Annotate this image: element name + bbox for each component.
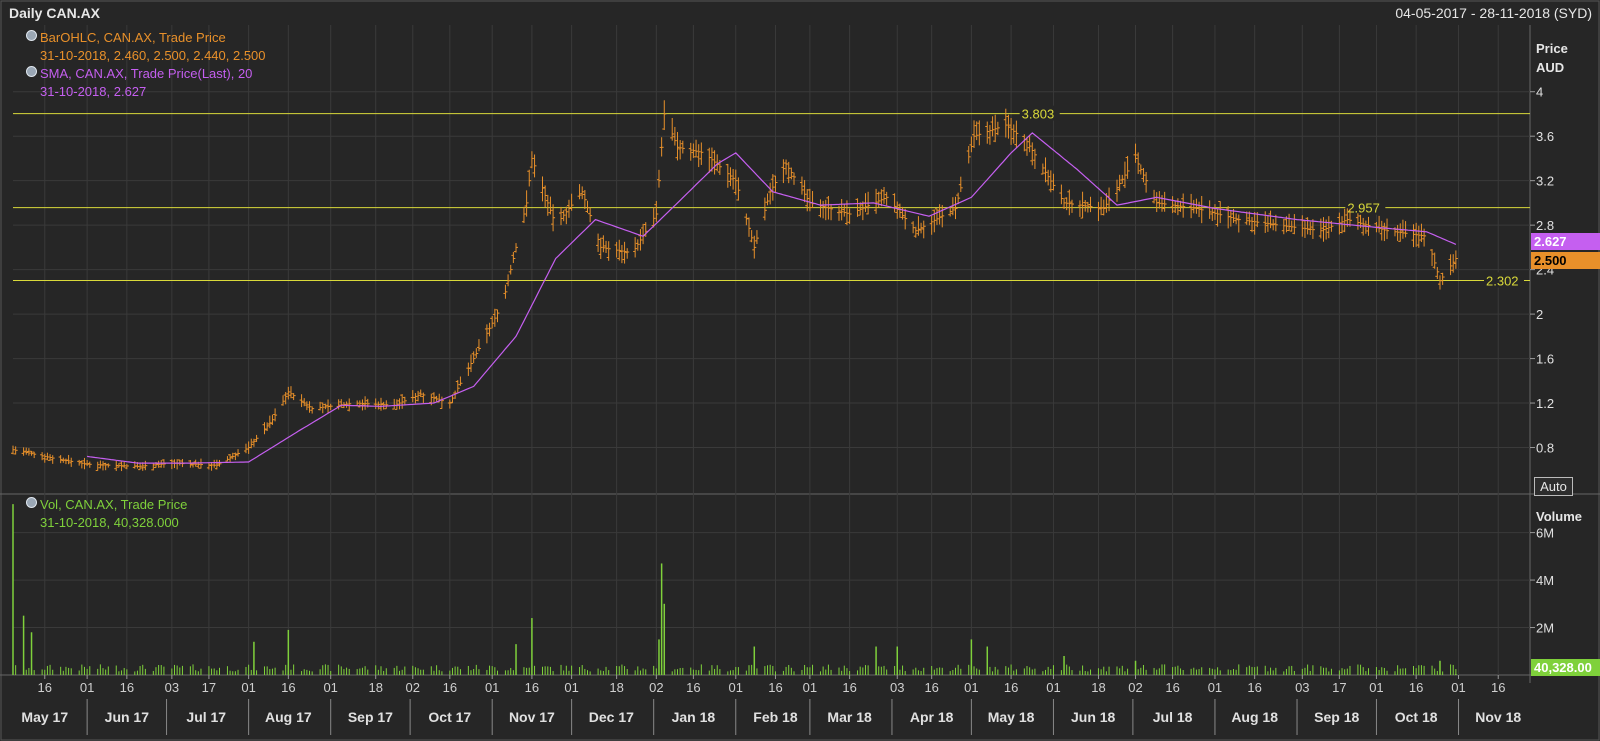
x-month-label: Feb 18 xyxy=(753,709,798,725)
x-day-tick-label: 01 xyxy=(729,680,743,695)
auto-scale-button[interactable]: Auto xyxy=(1534,477,1573,496)
x-month-label: Jun 18 xyxy=(1071,709,1116,725)
chart-border xyxy=(0,0,1600,741)
price-axis-title: Price xyxy=(1536,41,1568,56)
y-tick-label: 3.2 xyxy=(1536,174,1554,189)
chart-window: Daily CAN.AX 04-05-2017 - 28-11-2018 (SY… xyxy=(0,0,1600,741)
x-day-tick-label: 16 xyxy=(1491,680,1505,695)
y-tick-label: 1.2 xyxy=(1536,396,1554,411)
x-day-tick-label: 02 xyxy=(1128,680,1142,695)
x-month-label: Oct 17 xyxy=(428,709,471,725)
reference-line-label: 2.957 xyxy=(1347,201,1380,216)
x-month-label: May 17 xyxy=(21,709,68,725)
x-day-tick-label: 01 xyxy=(1451,680,1465,695)
y-tick-label: 2.8 xyxy=(1536,218,1554,233)
x-day-tick-label: 16 xyxy=(924,680,938,695)
x-day-tick-label: 16 xyxy=(443,680,457,695)
sma-legend-values: 31-10-2018, 2.627 xyxy=(40,84,147,99)
x-day-tick-label: 01 xyxy=(564,680,578,695)
x-day-tick-label: 17 xyxy=(202,680,216,695)
volume-last-tag: 40,328.00 xyxy=(1531,659,1600,676)
x-day-tick-label: 16 xyxy=(1004,680,1018,695)
x-day-tick-label: 01 xyxy=(1046,680,1060,695)
ohlc-legend-values: 31-10-2018, 2.460, 2.500, 2.440, 2.500 xyxy=(40,48,266,63)
x-day-tick-label: 17 xyxy=(1332,680,1346,695)
x-month-label: Sep 18 xyxy=(1314,709,1359,725)
x-day-tick-label: 18 xyxy=(609,680,623,695)
series-toggle-icon[interactable] xyxy=(26,66,37,77)
ohlc-legend-name: BarOHLC, CAN.AX, Trade Price xyxy=(40,30,226,45)
y-tick-label: 2 xyxy=(1536,307,1543,322)
x-day-tick-label: 18 xyxy=(1091,680,1105,695)
x-day-tick-label: 01 xyxy=(485,680,499,695)
x-month-label: Mar 18 xyxy=(827,709,872,725)
x-month-label: Apr 18 xyxy=(910,709,954,725)
x-month-label: Jul 17 xyxy=(186,709,226,725)
x-month-label: Oct 18 xyxy=(1395,709,1438,725)
x-day-tick-label: 16 xyxy=(120,680,134,695)
y-tick-label: 1.6 xyxy=(1536,352,1554,367)
x-day-tick-label: 16 xyxy=(38,680,52,695)
x-day-tick-label: 01 xyxy=(1208,680,1222,695)
x-month-label: Jan 18 xyxy=(672,709,716,725)
x-day-tick-label: 01 xyxy=(80,680,94,695)
x-month-label: Aug 18 xyxy=(1231,709,1278,725)
series-toggle-icon[interactable] xyxy=(26,30,37,41)
y-tick-label: 4 xyxy=(1536,85,1543,100)
x-day-tick-label: 16 xyxy=(768,680,782,695)
y-tick-label: 3.6 xyxy=(1536,129,1554,144)
volume-tick-label: 4M xyxy=(1536,573,1554,588)
volume-legend: Vol, CAN.AX, Trade Price 31-10-2018, 40,… xyxy=(26,496,187,532)
x-day-tick-label: 03 xyxy=(890,680,904,695)
series-toggle-icon[interactable] xyxy=(26,497,37,508)
x-month-label: Sep 17 xyxy=(348,709,393,725)
x-day-tick-label: 01 xyxy=(964,680,978,695)
volume-tick-label: 2M xyxy=(1536,621,1554,636)
x-month-label: Dec 17 xyxy=(589,709,634,725)
reference-line-label: 3.803 xyxy=(1022,107,1055,122)
x-day-tick-label: 03 xyxy=(1295,680,1309,695)
x-day-tick-label: 01 xyxy=(241,680,255,695)
volume-tick-label: 6M xyxy=(1536,526,1554,541)
x-day-tick-label: 01 xyxy=(323,680,337,695)
chart-canvas[interactable]: 16 01 16 03 17 01 16 01 18 02 16 01 16 01 18 02 16 01 16 01… xyxy=(0,0,1600,741)
reference-line-label: 2.302 xyxy=(1486,274,1519,289)
x-day-tick-label: 16 xyxy=(281,680,295,695)
price-legend: BarOHLC, CAN.AX, Trade Price 31-10-2018,… xyxy=(26,29,266,101)
x-day-tick-label: 16 xyxy=(1247,680,1261,695)
x-month-label: Aug 17 xyxy=(265,709,312,725)
price-axis-unit: AUD xyxy=(1536,60,1565,75)
x-month-label: Jun 17 xyxy=(105,709,150,725)
x-day-tick-label: 16 xyxy=(525,680,539,695)
x-day-tick-label: 16 xyxy=(1165,680,1179,695)
x-day-tick-label: 02 xyxy=(406,680,420,695)
x-month-label: Jul 18 xyxy=(1153,709,1193,725)
x-day-tick-label: 16 xyxy=(1409,680,1423,695)
x-day-tick-label: 01 xyxy=(1369,680,1383,695)
sma-line xyxy=(87,132,1457,464)
volume-legend-values: 31-10-2018, 40,328.000 xyxy=(40,515,179,530)
x-day-tick-label: 16 xyxy=(686,680,700,695)
y-tick-label: 0.8 xyxy=(1536,441,1554,456)
volume-axis-title: Volume xyxy=(1536,509,1582,524)
x-month-label: May 18 xyxy=(988,709,1035,725)
x-month-label: Nov 18 xyxy=(1475,709,1521,725)
x-day-tick-label: 03 xyxy=(165,680,179,695)
x-day-tick-label: 18 xyxy=(368,680,382,695)
sma-last-tag: 2.627 xyxy=(1531,233,1600,250)
volume-legend-name: Vol, CAN.AX, Trade Price xyxy=(40,497,188,512)
x-day-tick-label: 02 xyxy=(649,680,663,695)
x-day-tick-label: 01 xyxy=(803,680,817,695)
x-month-label: Nov 17 xyxy=(509,709,555,725)
sma-legend-name: SMA, CAN.AX, Trade Price(Last), 20 xyxy=(40,66,253,81)
x-day-tick-label: 16 xyxy=(842,680,856,695)
price-last-tag: 2.500 xyxy=(1531,252,1600,269)
